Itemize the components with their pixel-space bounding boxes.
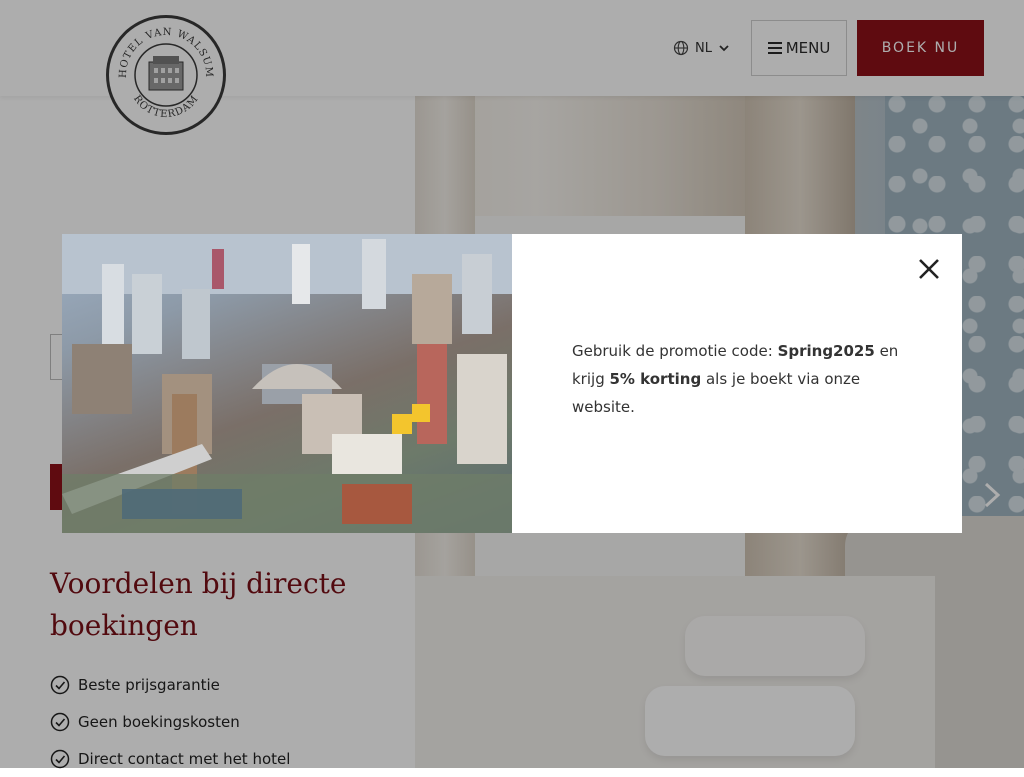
promo-text: Gebruik de promotie code: Spring2025 en … (572, 337, 912, 421)
promo-modal: Gebruik de promotie code: Spring2025 en … (62, 234, 962, 533)
promo-code: Spring2025 (777, 342, 875, 360)
close-icon[interactable] (916, 256, 942, 282)
rotterdam-aerial-image (62, 234, 512, 533)
promo-discount: 5% korting (609, 370, 702, 388)
promo-text-intro: Gebruik de promotie code: (572, 342, 778, 360)
